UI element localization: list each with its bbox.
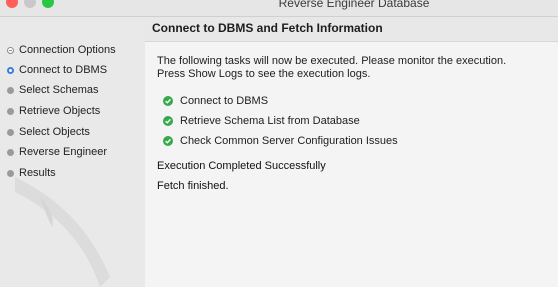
step-label: Retrieve Objects bbox=[19, 105, 101, 117]
fetch-status: Fetch finished. bbox=[157, 180, 229, 192]
step-label: Results bbox=[19, 167, 56, 179]
step-pending-icon bbox=[7, 128, 14, 136]
step-retrieve-objects: Retrieve Objects bbox=[7, 103, 100, 119]
step-pending-icon bbox=[7, 86, 14, 94]
step-select-schemas: Select Schemas bbox=[7, 82, 98, 98]
step-pending-icon bbox=[7, 107, 14, 115]
step-pending-icon bbox=[7, 148, 14, 156]
step-connect-to-dbms: Connect to DBMS bbox=[7, 62, 107, 78]
step-results: Results bbox=[7, 165, 56, 181]
step-done-icon bbox=[7, 46, 14, 54]
task-label: Connect to DBMS bbox=[180, 95, 269, 107]
check-circle-icon bbox=[163, 136, 173, 146]
step-label: Select Schemas bbox=[19, 84, 99, 96]
step-label: Connection Options bbox=[19, 44, 116, 56]
title-bar: Reverse Engineer Database bbox=[0, 0, 558, 17]
description-line-2: Press Show Logs to see the execution log… bbox=[157, 68, 371, 80]
page-header: Connect to DBMS and Fetch Information bbox=[145, 17, 558, 42]
step-reverse-engineer: Reverse Engineer bbox=[7, 144, 107, 160]
step-label: Reverse Engineer bbox=[19, 146, 108, 158]
description-line-1: The following tasks will now be executed… bbox=[157, 55, 507, 67]
step-connection-options: Connection Options bbox=[7, 42, 116, 58]
check-circle-icon bbox=[163, 96, 173, 106]
task-item: Retrieve Schema List from Database bbox=[163, 114, 360, 128]
check-circle-icon bbox=[163, 116, 173, 126]
task-description: The following tasks will now be executed… bbox=[157, 55, 547, 81]
task-label: Retrieve Schema List from Database bbox=[180, 115, 360, 127]
execution-status: Execution Completed Successfully bbox=[157, 160, 326, 172]
main-panel: Connect to DBMS and Fetch Information Th… bbox=[145, 17, 558, 287]
task-item: Check Common Server Configuration Issues bbox=[163, 134, 398, 148]
task-item: Connect to DBMS bbox=[163, 94, 268, 108]
window-title: Reverse Engineer Database bbox=[278, 0, 430, 10]
step-label: Connect to DBMS bbox=[19, 64, 108, 76]
step-current-icon bbox=[7, 66, 14, 74]
task-label: Check Common Server Configuration Issues bbox=[180, 135, 398, 147]
wizard-sidebar: Connection Options Connect to DBMS Selec… bbox=[0, 17, 145, 287]
step-pending-icon bbox=[7, 169, 14, 177]
page-title: Connect to DBMS and Fetch Information bbox=[152, 21, 383, 35]
step-label: Select Objects bbox=[19, 126, 90, 138]
step-select-objects: Select Objects bbox=[7, 124, 90, 140]
